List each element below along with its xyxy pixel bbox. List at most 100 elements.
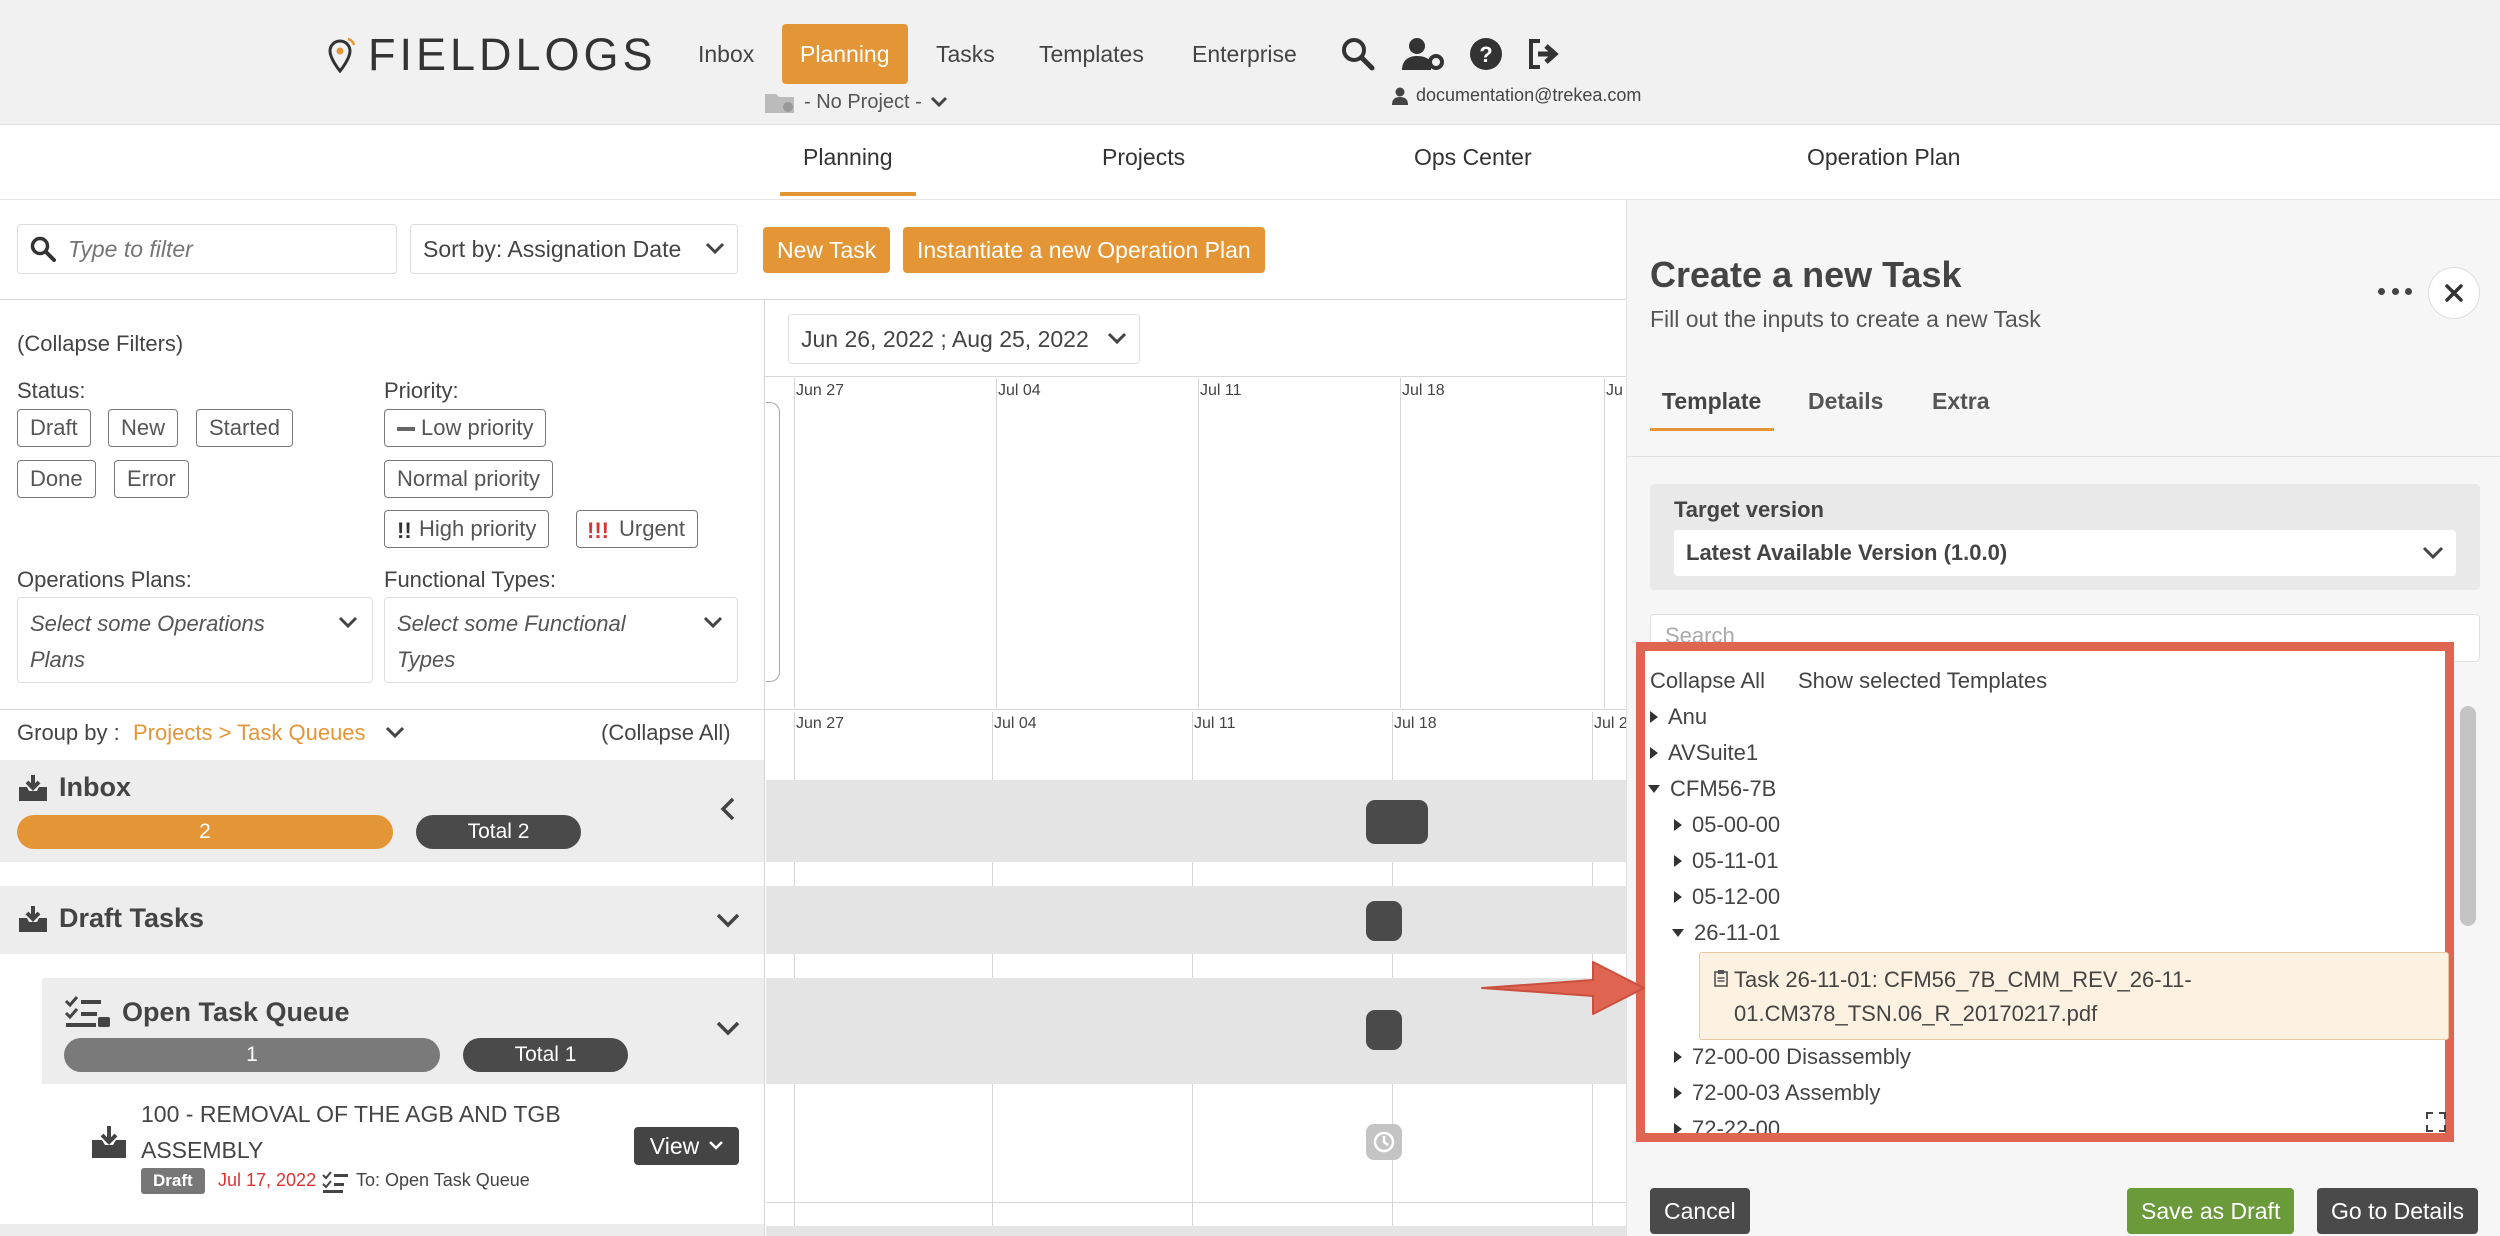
nav-templates[interactable]: Templates: [1021, 24, 1162, 84]
chevron-down-icon[interactable]: [716, 1020, 740, 1036]
range-brush[interactable]: [766, 402, 780, 682]
tree-node-72-22-00[interactable]: 72-22-00: [1674, 1116, 1780, 1133]
tick-label: Jul 11: [1200, 382, 1242, 399]
tree-node-05-11-01[interactable]: 05-11-01: [1674, 848, 1778, 874]
tree-scrollbar[interactable]: [2460, 706, 2476, 926]
go-to-details-button[interactable]: Go to Details: [2317, 1188, 2478, 1234]
tree-node-72-00-00[interactable]: 72-00-00 Disassembly: [1674, 1044, 1911, 1070]
expand-corner-icon[interactable]: [2426, 1112, 2446, 1132]
inbox-task-marker[interactable]: [1366, 800, 1428, 844]
tree-node-label: 26-11-01: [1694, 920, 1781, 945]
tick-label: Jul 2: [1594, 715, 1628, 732]
user-icon: [1392, 87, 1408, 105]
nav-tasks[interactable]: Tasks: [918, 24, 1013, 84]
tree-collapse-all[interactable]: Collapse All: [1650, 668, 1765, 694]
task-time-marker[interactable]: [1366, 1124, 1402, 1160]
tick-label: Ju: [1606, 382, 1623, 399]
clock-icon: [1373, 1131, 1395, 1153]
tree-node-anu[interactable]: Anu: [1650, 704, 1707, 730]
tree-node-72-00-03[interactable]: 72-00-03 Assembly: [1674, 1080, 1880, 1106]
queue-total-pill: Total 1: [463, 1038, 628, 1072]
tree-node-05-00-00[interactable]: 05-00-00: [1674, 812, 1780, 838]
expand-icon: [1674, 1123, 1682, 1133]
cancel-button[interactable]: Cancel: [1650, 1188, 1750, 1234]
tree-node-label: 05-11-01: [1692, 848, 1779, 873]
save-as-draft-button[interactable]: Save as Draft: [2127, 1188, 2295, 1234]
logout-icon[interactable]: [1522, 32, 1566, 76]
inbox-icon: [92, 1126, 126, 1158]
subnav-projects[interactable]: Projects: [1102, 144, 1185, 171]
task-row[interactable]: 100 - REMOVAL OF THE AGB AND TGB ASSEMBL…: [0, 1092, 764, 1236]
task-title[interactable]: 100 - REMOVAL OF THE AGB AND TGB ASSEMBL…: [141, 1096, 611, 1168]
instantiate-operation-plan-button[interactable]: Instantiate a new Operation Plan: [903, 227, 1265, 273]
draft-task-marker[interactable]: [1366, 901, 1402, 941]
filter-box[interactable]: [17, 224, 397, 274]
tree-node-05-12-00[interactable]: 05-12-00: [1674, 884, 1780, 910]
more-options-icon[interactable]: [2378, 278, 2412, 304]
priority-chip-urgent[interactable]: !!! Urgent: [576, 510, 699, 548]
target-version-select[interactable]: Latest Available Version (1.0.0): [1674, 530, 2456, 576]
collapse-all-link[interactable]: (Collapse All): [601, 720, 731, 746]
filter-input[interactable]: [68, 235, 368, 263]
user-email-text: documentation@trekea.com: [1416, 85, 1642, 105]
expand-icon: [1650, 747, 1658, 759]
search-icon: [30, 236, 56, 262]
sort-select[interactable]: Sort by: Assignation Date: [410, 224, 738, 274]
collapse-filters-link[interactable]: (Collapse Filters): [17, 331, 183, 357]
status-chip-started[interactable]: Started: [196, 409, 293, 447]
new-task-button[interactable]: New Task: [763, 227, 891, 273]
subnav-planning[interactable]: Planning: [803, 144, 893, 171]
status-chip-draft[interactable]: Draft: [17, 409, 91, 447]
tick-label: Jul 18: [1394, 715, 1437, 732]
priority-urgent-label: Urgent: [619, 516, 686, 541]
chevron-down-icon[interactable]: [385, 726, 405, 740]
status-chip-new[interactable]: New: [108, 409, 179, 447]
show-selected-templates[interactable]: Show selected Templates: [1798, 668, 2047, 694]
target-version-value: Latest Available Version (1.0.0): [1686, 540, 2008, 565]
operations-plans-select[interactable]: Select some Operations Plans: [17, 597, 373, 683]
fieldlogs-logo[interactable]: FIELDLOGS: [328, 29, 657, 80]
tree-node-26-11-01[interactable]: 26-11-01: [1672, 920, 1780, 946]
tick-label: Jun 27: [796, 382, 845, 399]
operations-plans-label: Operations Plans:: [17, 567, 192, 592]
queue-count-pill: 1: [64, 1038, 440, 1072]
priority-low-label: Low priority: [421, 415, 534, 440]
priority-chip-low[interactable]: Low priority: [384, 409, 547, 447]
left-pane-divider: [764, 300, 765, 1236]
tree-node-cfm56-7b[interactable]: CFM56-7B: [1648, 776, 1776, 802]
priority-chip-normal[interactable]: Normal priority: [384, 460, 554, 498]
status-chip-error[interactable]: Error: [114, 460, 189, 498]
tab-details[interactable]: Details: [1808, 388, 1883, 415]
chevron-left-icon[interactable]: [720, 797, 736, 821]
chevron-down-icon[interactable]: [716, 912, 740, 928]
tree-node-label: 05-00-00: [1692, 812, 1781, 837]
selected-template-task[interactable]: Task 26-11-01: CFM56_7B_CMM_REV_26-11- 0…: [1699, 952, 2449, 1040]
search-icon[interactable]: [1336, 32, 1380, 76]
draft-timeline-row: [766, 886, 1626, 954]
status-chip-done[interactable]: Done: [17, 460, 96, 498]
tree-node-label: 72-00-00 Disassembly: [1692, 1044, 1911, 1069]
collapse-icon: [1648, 785, 1660, 793]
help-icon[interactable]: ?: [1464, 32, 1508, 76]
queue-task-marker[interactable]: [1366, 1010, 1402, 1050]
divider: [1626, 456, 2500, 457]
expand-icon: [1674, 855, 1682, 867]
priority-chip-high[interactable]: !! High priority: [384, 510, 550, 548]
group-by-value[interactable]: Projects > Task Queues: [133, 720, 366, 746]
nav-inbox[interactable]: Inbox: [680, 24, 772, 84]
nav-enterprise[interactable]: Enterprise: [1174, 24, 1315, 84]
date-range-select[interactable]: Jun 26, 2022 ; Aug 25, 2022: [788, 314, 1140, 364]
tab-template[interactable]: Template: [1662, 388, 1761, 415]
tree-node-avsuite1[interactable]: AVSuite1: [1650, 740, 1758, 766]
subnav-ops-center[interactable]: Ops Center: [1414, 144, 1532, 171]
functional-types-select[interactable]: Select some Functional Types: [384, 597, 738, 683]
close-panel-button[interactable]: [2428, 267, 2480, 319]
user-settings-icon[interactable]: [1402, 32, 1446, 76]
nav-planning[interactable]: Planning: [782, 24, 908, 84]
subnav-operation-plan[interactable]: Operation Plan: [1807, 144, 1960, 171]
task-view-button[interactable]: View: [634, 1127, 739, 1165]
project-selector[interactable]: - No Project -: [764, 90, 948, 114]
task-assignee: To: Open Task Queue: [356, 1170, 530, 1190]
task-list-icon: [322, 1171, 348, 1193]
tab-extra[interactable]: Extra: [1932, 388, 1990, 415]
